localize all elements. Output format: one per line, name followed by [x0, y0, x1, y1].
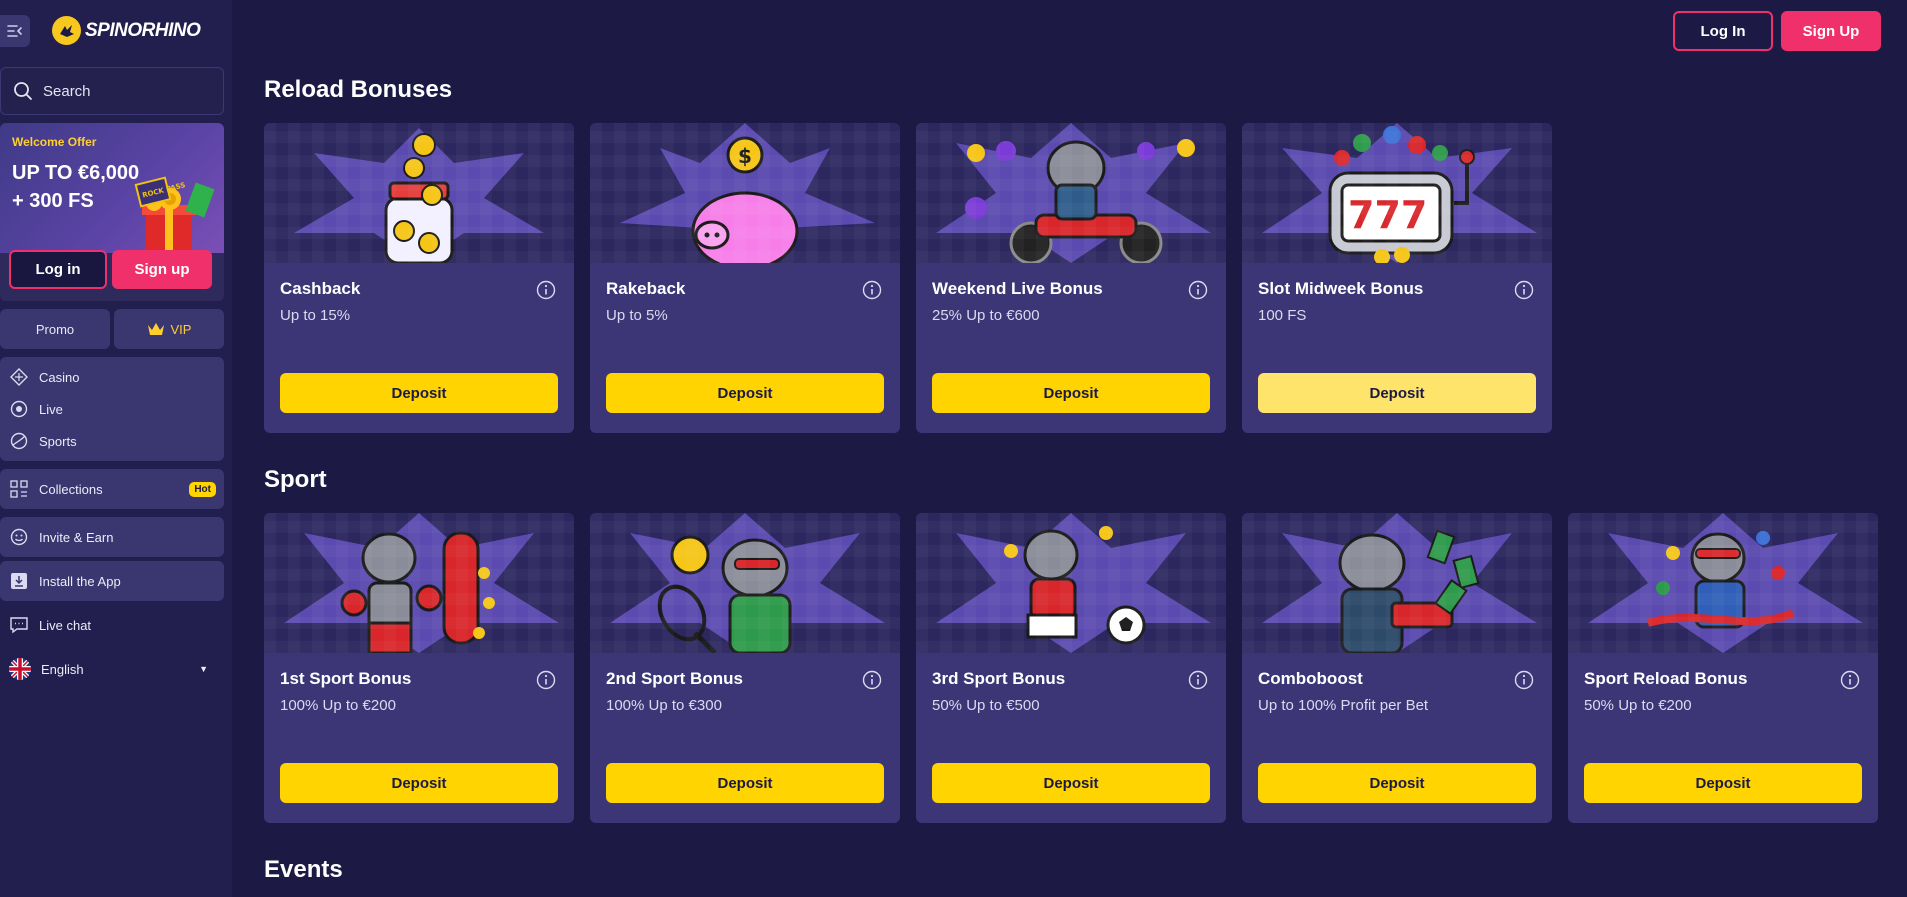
bonus-title: Weekend Live Bonus [932, 279, 1103, 298]
bonus-card-comboboost[interactable]: Comboboost Up to 100% Profit per Bet Dep… [1242, 513, 1552, 823]
nav-casino[interactable]: Casino [0, 361, 224, 393]
bonus-title: Cashback [280, 279, 361, 298]
deposit-button[interactable]: Deposit [932, 763, 1210, 803]
language-selector[interactable]: English ▼ [0, 649, 224, 689]
bonus-subtitle: Up to 100% Profit per Bet [1258, 697, 1429, 714]
bonus-subtitle: 100% Up to €300 [606, 697, 722, 714]
section-title-reload: Reload Bonuses [264, 76, 453, 103]
bonus-subtitle: 50% Up to €200 [1584, 697, 1692, 714]
sidebar-login-button[interactable]: Log in [9, 250, 107, 289]
header-login-button[interactable]: Log In [1673, 11, 1773, 51]
info-icon[interactable] [1188, 280, 1208, 300]
nav-live-chat[interactable]: Live chat [0, 605, 224, 645]
search-placeholder: Search [43, 82, 91, 100]
bonus-card-sport-reload[interactable]: Sport Reload Bonus 50% Up to €200 Deposi… [1568, 513, 1878, 823]
bonus-subtitle: 100 FS [1258, 307, 1307, 324]
deposit-button[interactable]: Deposit [932, 373, 1210, 413]
bonus-card-3rd-sport[interactable]: 3rd Sport Bonus 50% Up to €500 Deposit [916, 513, 1226, 823]
collections-group: Collections Hot [0, 469, 224, 509]
bonus-title: 1st Sport Bonus [280, 669, 412, 688]
grid-icon [9, 479, 29, 499]
deposit-button[interactable]: Deposit [1584, 763, 1862, 803]
deposit-button[interactable]: Deposit [280, 373, 558, 413]
bonus-card-2nd-sport[interactable]: 2nd Sport Bonus 100% Up to €300 Deposit [590, 513, 900, 823]
download-icon [9, 571, 29, 591]
main-nav: Casino Live Sports [0, 357, 224, 461]
deposit-button[interactable]: Deposit [606, 763, 884, 803]
hot-badge: Hot [189, 481, 216, 497]
sidebar: SPINORHINO Search Welcome Offer UP TO €6… [0, 0, 232, 897]
collapse-menu-icon [7, 25, 22, 37]
info-icon[interactable] [1840, 670, 1860, 690]
gift-box-icon: ROCK PASS [134, 176, 215, 251]
header-signup-button[interactable]: Sign Up [1781, 11, 1881, 51]
bonus-title: Comboboost [1258, 669, 1363, 688]
info-icon[interactable] [862, 280, 882, 300]
info-icon[interactable] [1514, 280, 1534, 300]
bonus-title: 2nd Sport Bonus [606, 669, 743, 688]
search-input[interactable]: Search [0, 67, 224, 115]
uk-flag-icon [9, 658, 31, 680]
nav-collections[interactable]: Collections Hot [0, 473, 224, 505]
brand-logo[interactable]: SPINORHINO [52, 16, 201, 45]
smile-icon [9, 527, 29, 547]
invite-group: Invite & Earn [0, 517, 224, 557]
bonus-subtitle: Up to 15% [280, 307, 351, 324]
section-title-events: Events [264, 856, 343, 883]
bonus-subtitle: 25% Up to €600 [932, 307, 1040, 324]
bonus-title: Rakeback [606, 279, 686, 298]
search-icon [14, 82, 32, 100]
brand-name: SPINORHINO [85, 19, 201, 41]
sidebar-top-row: SPINORHINO [0, 14, 232, 48]
nav-sports[interactable]: Sports [0, 425, 224, 457]
info-icon[interactable] [536, 280, 556, 300]
rhino-logo-icon [52, 16, 81, 45]
sports-icon [9, 431, 29, 451]
deposit-button[interactable]: Deposit [606, 373, 884, 413]
nav-live[interactable]: Live [0, 393, 224, 425]
bonus-title: Slot Midweek Bonus [1258, 279, 1424, 298]
info-icon[interactable] [862, 670, 882, 690]
bonus-card-1st-sport[interactable]: 1st Sport Bonus 100% Up to €200 Deposit [264, 513, 574, 823]
bonus-title: 3rd Sport Bonus [932, 669, 1066, 688]
menu-toggle-button[interactable] [0, 15, 30, 47]
deposit-button[interactable]: Deposit [1258, 373, 1536, 413]
nav-invite-earn[interactable]: Invite & Earn [0, 521, 113, 553]
section-title-sport: Sport [264, 466, 327, 493]
bonus-card-slot-midweek[interactable]: 777 Slot Midweek Bonus 100 FS Deposit [1242, 123, 1552, 433]
welcome-offer-amount: UP TO €6,000 + 300 FS [12, 162, 140, 212]
info-icon[interactable] [536, 670, 556, 690]
live-icon [9, 399, 29, 419]
bonus-card-weekend-live[interactable]: Weekend Live Bonus 25% Up to €600 Deposi… [916, 123, 1226, 433]
bonus-card-cashback[interactable]: Cashback Up to 15% Deposit [264, 123, 574, 433]
chat-icon [9, 615, 29, 635]
vip-button[interactable]: VIP [114, 309, 224, 349]
bonus-subtitle: Up to 5% [606, 307, 668, 324]
deposit-button[interactable]: Deposit [1258, 763, 1536, 803]
nav-install-app[interactable]: Install the App [0, 565, 121, 597]
info-icon[interactable] [1188, 670, 1208, 690]
bonus-title: Sport Reload Bonus [1584, 669, 1748, 688]
info-icon[interactable] [1514, 670, 1534, 690]
welcome-offer-banner[interactable]: Welcome Offer UP TO €6,000 + 300 FS ROCK… [0, 123, 224, 301]
casino-icon [9, 367, 29, 387]
promo-button[interactable]: Promo [0, 309, 110, 349]
sidebar-signup-button[interactable]: Sign up [112, 250, 212, 289]
install-group: Install the App [0, 561, 224, 601]
bonus-subtitle: 100% Up to €200 [280, 697, 396, 714]
bonus-card-rakeback[interactable]: $ Rakeback Up to 5% Deposit [590, 123, 900, 433]
crown-icon [147, 323, 164, 335]
bonus-subtitle: 50% Up to €500 [932, 697, 1040, 714]
chevron-down-icon: ▼ [199, 664, 208, 674]
welcome-offer-label: Welcome Offer [12, 135, 97, 149]
deposit-button[interactable]: Deposit [280, 763, 558, 803]
